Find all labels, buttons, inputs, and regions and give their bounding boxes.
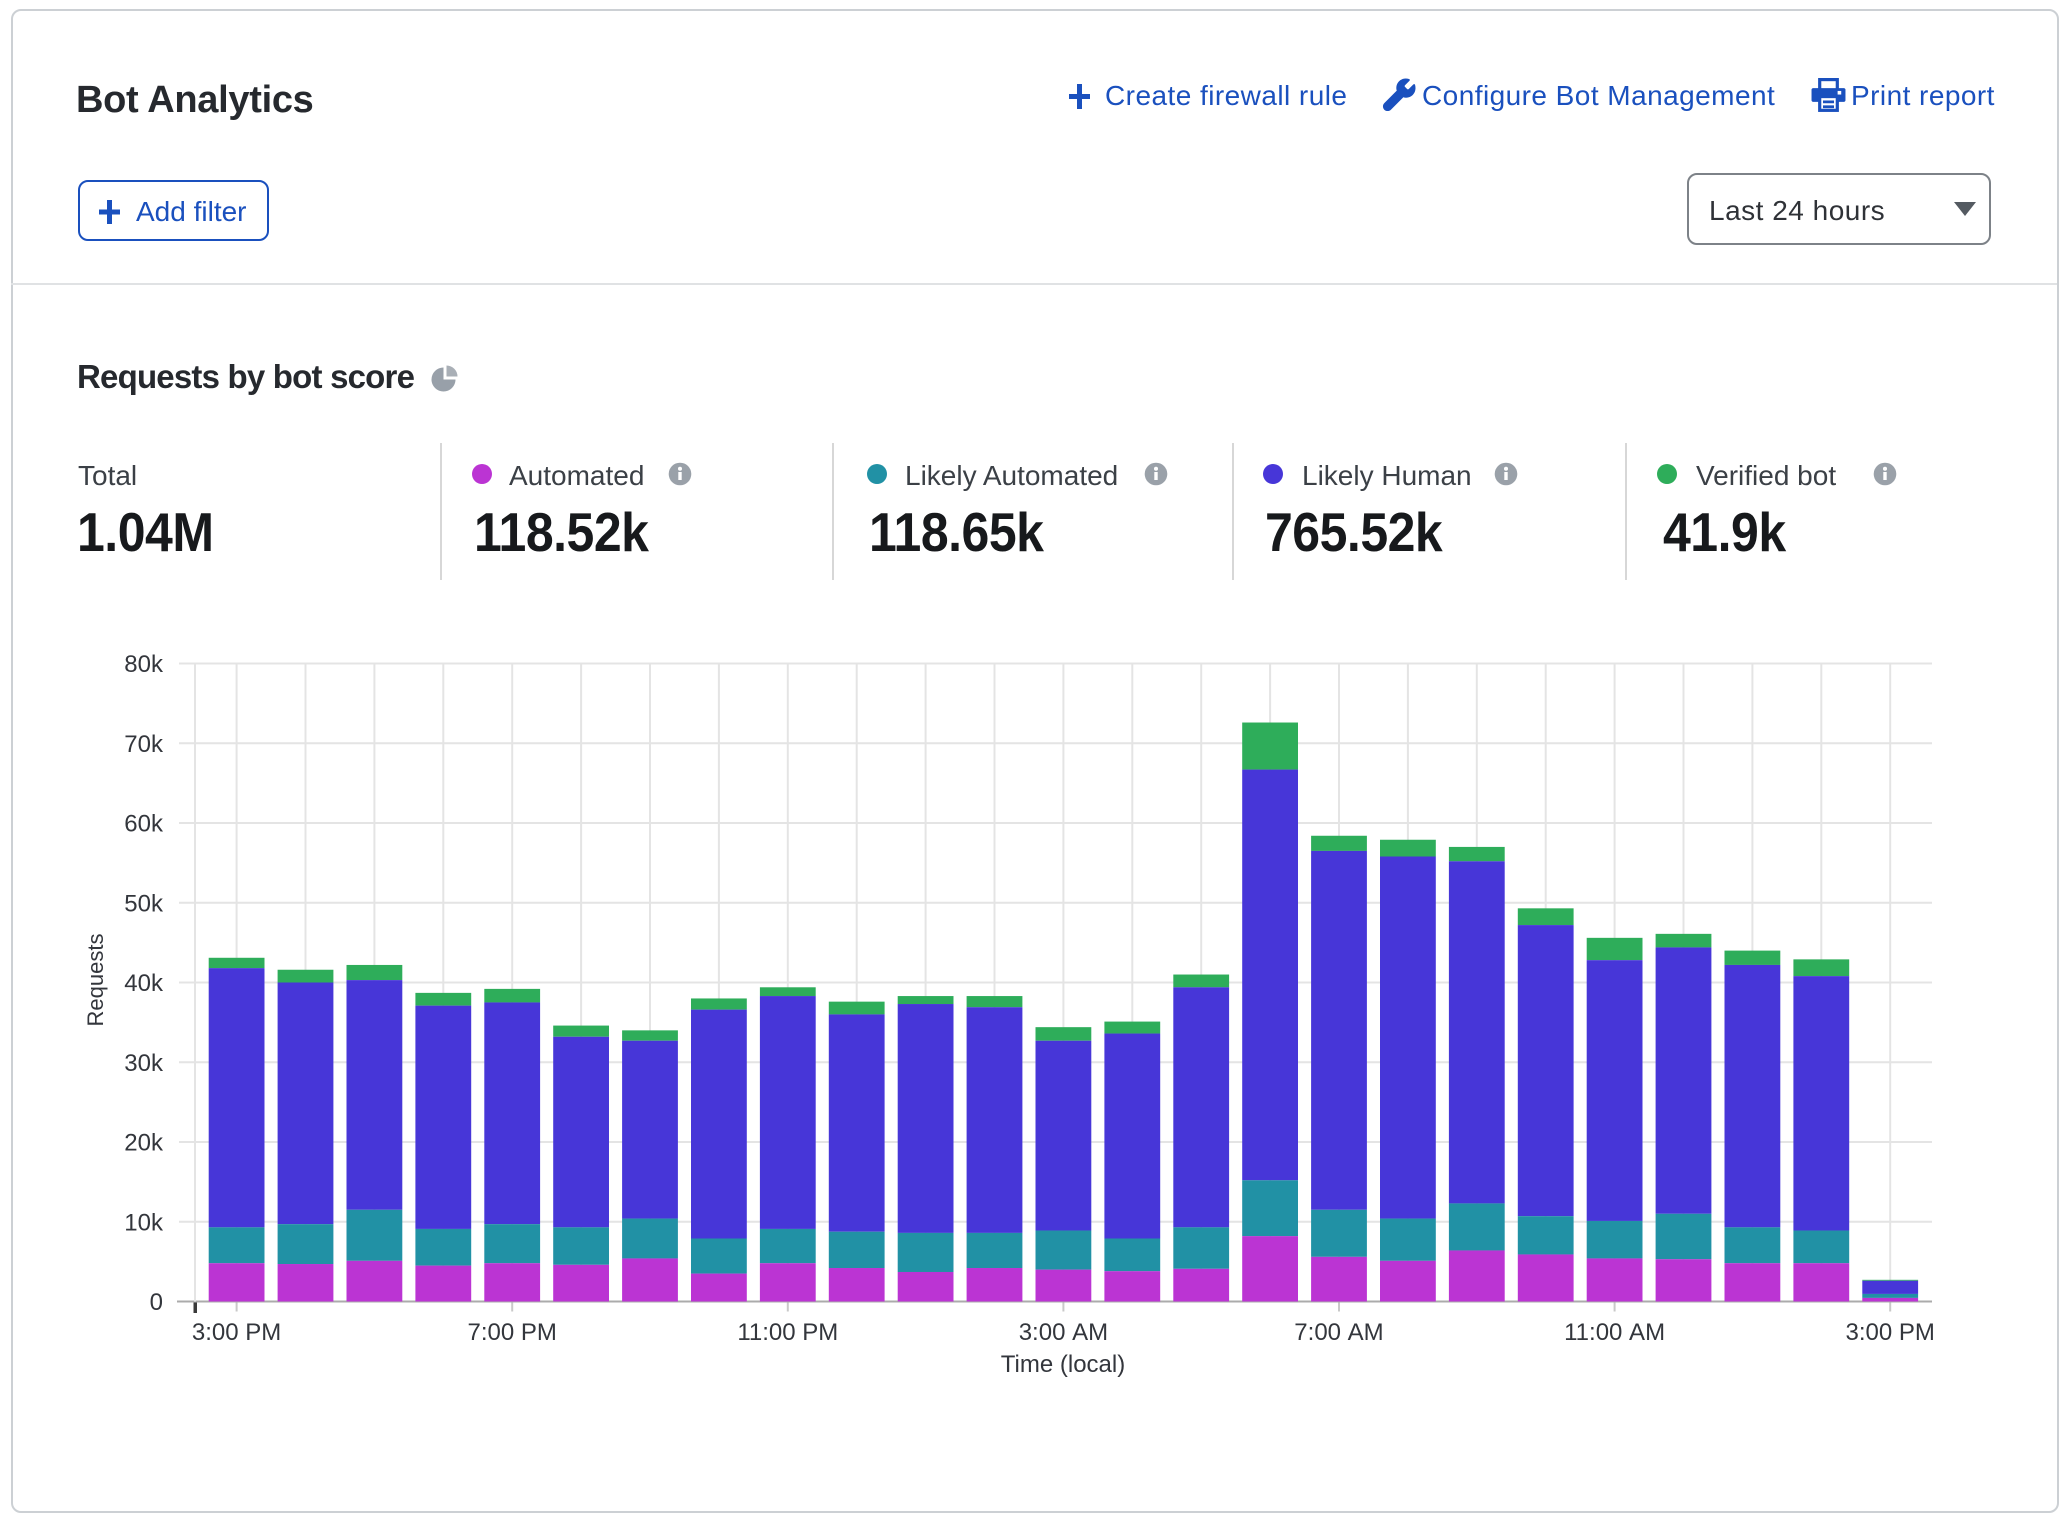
svg-text:7:00 PM: 7:00 PM: [468, 1319, 557, 1346]
svg-text:3:00 PM: 3:00 PM: [1846, 1319, 1935, 1346]
svg-text:50k: 50k: [124, 890, 164, 917]
svg-text:3:00 AM: 3:00 AM: [1019, 1319, 1108, 1346]
svg-text:0: 0: [150, 1289, 163, 1316]
svg-text:Time (local): Time (local): [1001, 1351, 1125, 1378]
svg-text:10k: 10k: [124, 1209, 164, 1236]
svg-text:60k: 60k: [124, 811, 164, 838]
svg-text:3:00 PM: 3:00 PM: [192, 1319, 281, 1346]
svg-text:40k: 40k: [124, 970, 164, 997]
svg-text:7:00 AM: 7:00 AM: [1294, 1319, 1383, 1346]
svg-text:11:00 PM: 11:00 PM: [737, 1319, 838, 1346]
svg-text:20k: 20k: [124, 1130, 164, 1157]
svg-text:70k: 70k: [124, 731, 164, 758]
svg-text:80k: 80k: [124, 651, 164, 678]
svg-text:Requests: Requests: [83, 934, 108, 1027]
svg-text:11:00 AM: 11:00 AM: [1564, 1319, 1665, 1346]
svg-text:30k: 30k: [124, 1050, 164, 1077]
